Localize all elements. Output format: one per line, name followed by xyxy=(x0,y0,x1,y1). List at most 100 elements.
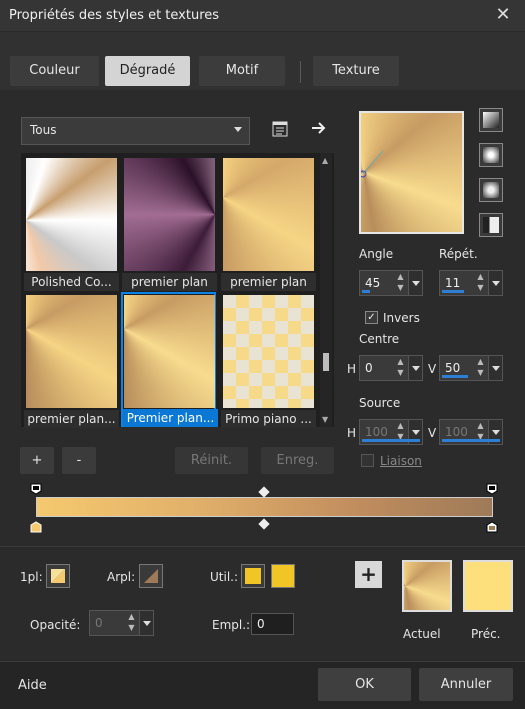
chevron-down-icon[interactable] xyxy=(408,271,422,295)
gallery-item[interactable]: premier plan xyxy=(220,155,316,291)
chevron-down-icon[interactable] xyxy=(408,356,422,380)
gallery-item-label: premier plan xyxy=(221,273,316,291)
library-icon[interactable] xyxy=(270,119,290,139)
center-v-slider[interactable] xyxy=(442,375,468,378)
gradient-editor-bar[interactable] xyxy=(36,497,493,517)
opacity-field[interactable]: 0 ▲ ▼ xyxy=(89,610,154,636)
invert-checkbox[interactable]: ✓ xyxy=(365,311,378,324)
center-label: Centre xyxy=(359,332,400,346)
midpoint-marker[interactable] xyxy=(258,518,270,530)
gallery-item[interactable]: premier plan xyxy=(121,155,217,291)
source-v-field[interactable]: 100 ▲ ▼ xyxy=(439,419,503,445)
use-color-swatch[interactable] xyxy=(241,564,265,588)
gradient-thumbnail xyxy=(124,295,215,408)
use-label: Util.: xyxy=(210,570,239,584)
chevron-down-icon[interactable] xyxy=(488,271,502,295)
repeat-field[interactable]: 11 ▲ ▼ xyxy=(439,270,503,296)
previous-label: Préc. xyxy=(471,627,501,641)
add-swatch-button[interactable]: + xyxy=(355,561,382,588)
gradient-thumbnail xyxy=(223,295,314,408)
repeat-slider[interactable] xyxy=(442,290,464,293)
gradient-thumbnail xyxy=(26,295,117,408)
current-label: Actuel xyxy=(403,627,441,641)
gallery-item-label: Polished Co... xyxy=(24,273,119,291)
gradient-preview[interactable] xyxy=(359,111,464,234)
gradient-thumbnail xyxy=(223,158,314,271)
previous-swatch[interactable] xyxy=(463,560,513,612)
source-v-value: 100 xyxy=(445,425,468,439)
angle-handle-icon[interactable] xyxy=(361,113,462,232)
linear-gradient-button[interactable] xyxy=(479,108,503,132)
source-h-field[interactable]: 100 ▲ ▼ xyxy=(359,419,423,445)
center-v-value: 50 xyxy=(445,361,461,375)
reset-button[interactable]: Réinit. xyxy=(175,447,248,474)
link-label: Liaison xyxy=(380,454,422,468)
link-checkbox[interactable] xyxy=(361,454,374,467)
scroll-down-icon[interactable]: ▼ xyxy=(322,415,328,424)
gallery-item-label: premier plan... xyxy=(24,410,119,428)
arrow-right-icon[interactable] xyxy=(309,118,329,138)
cancel-button[interactable]: Annuler xyxy=(419,668,513,701)
spinner-arrows-icon[interactable]: ▲ ▼ xyxy=(394,356,407,380)
chevron-down-icon[interactable] xyxy=(139,611,153,635)
foreground-swatch[interactable] xyxy=(46,564,70,588)
chevron-down-icon[interactable] xyxy=(488,356,502,380)
tab-motif[interactable]: Motif xyxy=(199,56,285,86)
angle-slider[interactable] xyxy=(362,290,370,293)
location-field[interactable]: 0 xyxy=(251,613,294,635)
center-v-field[interactable]: 50 ▲ ▼ xyxy=(439,355,503,381)
gallery-item-label: Primo piano ... xyxy=(221,410,316,428)
repeat-label: Répét. xyxy=(439,247,478,261)
ok-button[interactable]: OK xyxy=(318,668,411,701)
current-swatch[interactable] xyxy=(402,560,452,612)
radial-gradient-button[interactable] xyxy=(479,178,503,202)
gradient-gallery: Polished Co... premier plan premier plan… xyxy=(21,153,334,428)
spinner-arrows-icon[interactable]: ▲ ▼ xyxy=(125,611,138,635)
background-swatch[interactable] xyxy=(139,564,163,588)
tab-degrade[interactable]: Dégradé xyxy=(105,56,190,86)
center-h-field[interactable]: 0 ▲ ▼ xyxy=(359,355,423,381)
invert-label: Invers xyxy=(383,311,420,325)
opacity-value: 0 xyxy=(95,616,103,630)
source-v-slider[interactable] xyxy=(442,439,500,442)
background-label: Arpl: xyxy=(107,570,136,584)
foreground-label: 1pl: xyxy=(20,570,43,584)
scroll-up-icon[interactable]: ▲ xyxy=(322,156,328,165)
source-label: Source xyxy=(359,396,401,410)
center-h-label: H xyxy=(347,362,357,376)
sunburst-gradient-button[interactable] xyxy=(479,213,503,237)
top-color-stop[interactable] xyxy=(486,483,498,495)
location-label: Empl.: xyxy=(212,618,251,632)
tab-texture[interactable]: Texture xyxy=(313,56,399,86)
scroll-thumb[interactable] xyxy=(323,353,329,371)
angle-field[interactable]: 45 ▲ ▼ xyxy=(359,270,423,296)
save-button[interactable]: Enreg. xyxy=(261,447,334,474)
repeat-value: 11 xyxy=(445,276,461,290)
close-icon[interactable]: ✕ xyxy=(493,5,513,25)
spinner-arrows-icon[interactable]: ▲ ▼ xyxy=(474,271,487,295)
spinner-arrows-icon[interactable]: ▲ ▼ xyxy=(394,271,407,295)
center-h-value: 0 xyxy=(365,361,373,375)
gallery-item-label: premier plan xyxy=(122,273,217,291)
rectangular-gradient-button[interactable] xyxy=(479,143,503,167)
source-h-value: 100 xyxy=(365,425,388,439)
help-link[interactable]: Aide xyxy=(18,678,47,693)
gallery-item[interactable]: Polished Co... xyxy=(23,155,119,291)
gallery-scrollbar[interactable]: ▲ ▼ xyxy=(320,153,332,427)
category-dropdown-value: Tous xyxy=(30,123,57,137)
gallery-item[interactable]: Primo piano ... xyxy=(220,292,316,428)
bottom-color-stop[interactable] xyxy=(486,521,498,533)
source-h-slider[interactable] xyxy=(362,439,420,442)
gallery-item-selected[interactable]: Premier plan... xyxy=(121,292,218,427)
category-dropdown[interactable]: Tous xyxy=(21,117,250,145)
add-gradient-button[interactable]: + xyxy=(20,447,54,474)
remove-gradient-button[interactable]: - xyxy=(62,447,96,474)
bottom-color-stop[interactable] xyxy=(30,521,42,533)
spinner-arrows-icon[interactable]: ▲ ▼ xyxy=(474,356,487,380)
tab-couleur[interactable]: Couleur xyxy=(10,56,99,86)
opacity-label: Opacité: xyxy=(30,618,81,632)
midpoint-marker[interactable] xyxy=(258,486,270,498)
gallery-item[interactable]: premier plan... xyxy=(23,292,119,428)
top-color-stop[interactable] xyxy=(30,483,42,495)
use-color-swatch[interactable] xyxy=(271,564,295,588)
